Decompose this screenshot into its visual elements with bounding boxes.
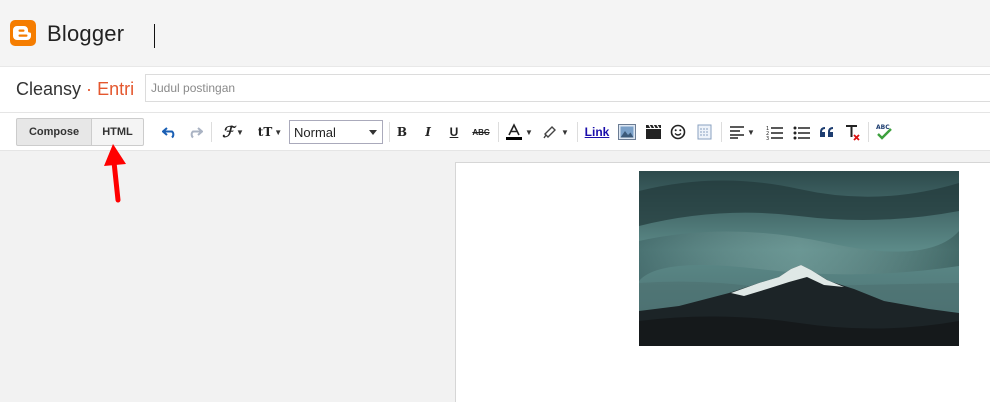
- post-title-bar: Cleansy · Entri: [0, 66, 990, 112]
- video-icon[interactable]: [643, 121, 663, 143]
- breadcrumb-separator: ·: [86, 79, 93, 99]
- svg-text:ABC: ABC: [876, 124, 890, 131]
- clear-format-icon[interactable]: [842, 121, 862, 143]
- brand-name: Blogger: [47, 21, 125, 46]
- spellcheck-icon[interactable]: ABC: [873, 121, 895, 143]
- redo-icon[interactable]: [185, 121, 205, 143]
- text-cursor: [154, 24, 155, 48]
- annotation-arrow-icon: [104, 144, 126, 203]
- emoji-icon[interactable]: [668, 121, 688, 143]
- bullet-list-icon[interactable]: [790, 121, 812, 143]
- align-icon[interactable]: ▼: [727, 121, 757, 143]
- format-select-value: Normal: [294, 124, 336, 140]
- italic-button[interactable]: I: [420, 121, 436, 143]
- numbered-list-icon[interactable]: 123: [763, 121, 785, 143]
- svg-text:3: 3: [766, 136, 769, 140]
- paragraph-format-select[interactable]: Normal: [289, 120, 383, 144]
- toolbar-divider: [389, 122, 390, 142]
- underline-button[interactable]: U: [446, 121, 462, 143]
- app-header: Blogger: [0, 0, 990, 66]
- toolbar-divider: [721, 122, 722, 142]
- post-image-mountain[interactable]: [639, 171, 959, 346]
- font-family-icon[interactable]: ℱ ▼: [217, 121, 249, 143]
- strikethrough-button[interactable]: ABC: [470, 121, 492, 143]
- toolbar-divider: [211, 122, 212, 142]
- toolbar-divider: [498, 122, 499, 142]
- image-icon[interactable]: [617, 121, 637, 143]
- link-button[interactable]: Link: [584, 121, 610, 143]
- editor-top-gap: [455, 152, 990, 162]
- post-title-input[interactable]: [145, 74, 990, 102]
- highlight-icon[interactable]: ▼: [540, 121, 570, 143]
- compose-mode-button[interactable]: Compose: [16, 118, 92, 146]
- chevron-down-icon: [369, 130, 377, 135]
- toolbar-divider: [577, 122, 578, 142]
- editor-toolbar: Compose HTML ℱ ▼ tT ▼ Normal B I U ABC ▼ ▼…: [0, 112, 990, 151]
- toolbar-divider: [868, 122, 869, 142]
- undo-icon[interactable]: [160, 121, 180, 143]
- editor-left-margin: [0, 152, 455, 400]
- blogger-logo-icon[interactable]: [10, 20, 36, 46]
- blog-breadcrumb: Cleansy · Entri: [16, 79, 134, 100]
- jump-break-icon[interactable]: [694, 121, 714, 143]
- quote-icon[interactable]: [816, 121, 836, 143]
- font-size-icon[interactable]: tT ▼: [254, 121, 286, 143]
- blog-name[interactable]: Cleansy: [16, 79, 81, 99]
- text-color-icon[interactable]: ▼: [504, 121, 534, 143]
- bold-button[interactable]: B: [394, 121, 410, 143]
- section-name[interactable]: Entri: [97, 79, 134, 99]
